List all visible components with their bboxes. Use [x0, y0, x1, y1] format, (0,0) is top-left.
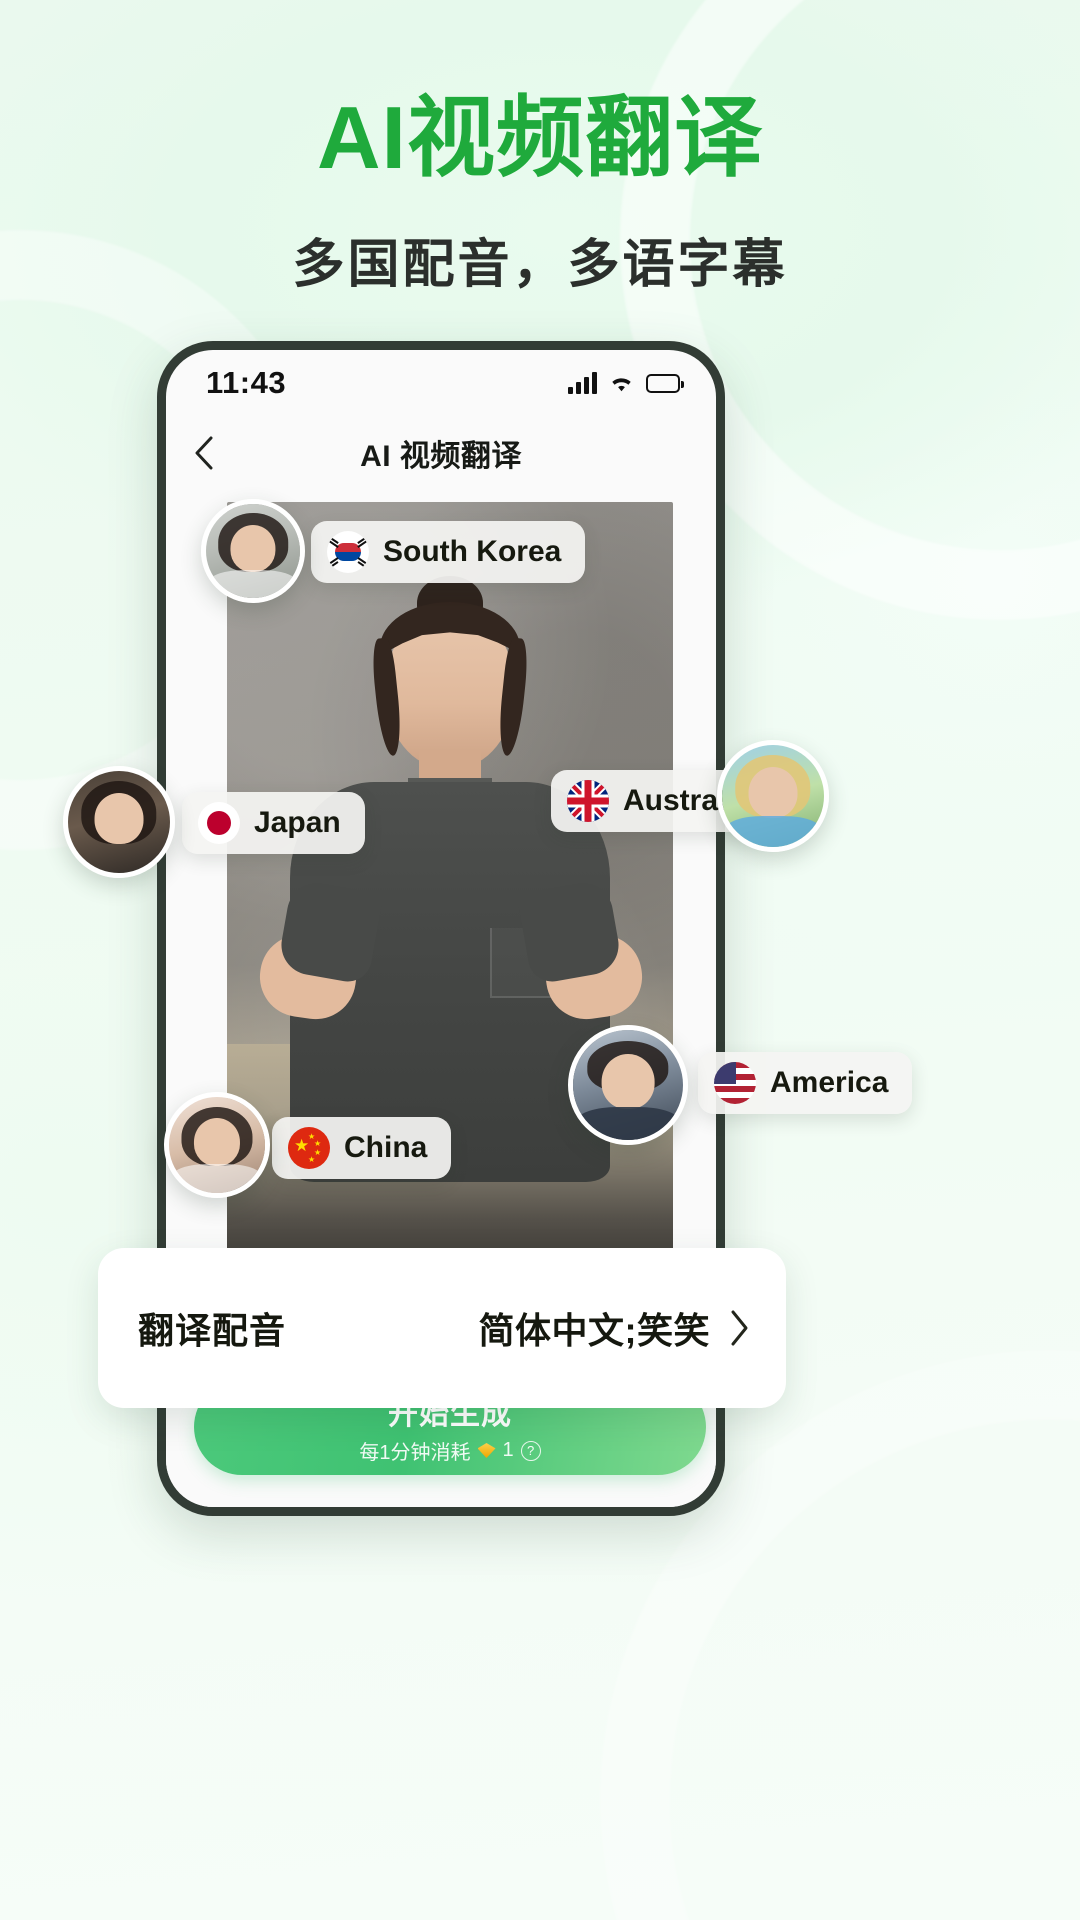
- promo-headline: AI视频翻译: [316, 88, 763, 187]
- dubbing-option-label: 翻译配音: [138, 1310, 287, 1351]
- avatar-japan[interactable]: [63, 766, 175, 878]
- flag-south-korea-icon: [327, 531, 369, 573]
- country-name: China: [344, 1131, 428, 1164]
- avatar-image: [68, 771, 170, 873]
- cost-amount-label: 1: [502, 1439, 514, 1461]
- avatar-america[interactable]: [568, 1025, 688, 1145]
- promo-page: AI视频翻译 多国配音，多语字幕 11:43 AI 视频翻译 开始生成 每1分钟…: [0, 0, 1080, 1920]
- cost-prefix-label: 每1分钟消耗: [359, 1442, 471, 1464]
- gem-icon: [477, 1443, 496, 1458]
- question-mark-icon[interactable]: ?: [520, 1440, 541, 1461]
- country-chip-japan[interactable]: Japan: [182, 792, 365, 854]
- avatar-south-korea[interactable]: [201, 499, 305, 603]
- status-bar-time: 11:43: [206, 365, 287, 400]
- chevron-right-icon: [731, 1310, 748, 1346]
- promo-subheadline: 多国配音，多语字幕: [292, 236, 788, 294]
- flag-australia-icon: [567, 780, 609, 822]
- battery-full-icon: [646, 373, 684, 393]
- flag-china-icon: ★ ★ ★ ★ ★: [288, 1127, 330, 1169]
- status-bar: 11:43: [166, 350, 716, 416]
- nav-bar: AI 视频翻译: [166, 416, 716, 490]
- cost-hint: 每1分钟消耗 1 ?: [359, 1436, 541, 1465]
- dubbing-option-row[interactable]: 翻译配音 简体中文;笑笑: [98, 1248, 786, 1408]
- country-name: South Korea: [383, 535, 562, 568]
- avatar-image: [169, 1097, 265, 1193]
- country-name: America: [770, 1066, 889, 1099]
- wifi-icon: [612, 377, 631, 391]
- avatar-image: [573, 1030, 683, 1140]
- country-name: Japan: [254, 806, 341, 839]
- signal-bars-icon: [568, 372, 597, 394]
- dubbing-option-value: 简体中文;笑笑: [478, 1310, 710, 1351]
- country-chip-america[interactable]: America: [698, 1052, 913, 1114]
- flag-japan-icon: [198, 802, 240, 844]
- avatar-australia[interactable]: [717, 740, 829, 852]
- status-bar-icons: [568, 372, 684, 394]
- avatar-image: [722, 745, 824, 847]
- union-jack-art: [567, 780, 609, 822]
- page-title: AI 视频翻译: [360, 440, 522, 473]
- flag-usa-icon: [714, 1062, 756, 1104]
- avatar-image: [206, 504, 300, 598]
- country-chip-china[interactable]: ★ ★ ★ ★ ★ China: [272, 1117, 452, 1179]
- avatar-china[interactable]: [164, 1092, 270, 1198]
- dubbing-option-value-group: 简体中文;笑笑: [479, 1302, 751, 1354]
- country-chip-south-korea[interactable]: South Korea: [311, 521, 586, 583]
